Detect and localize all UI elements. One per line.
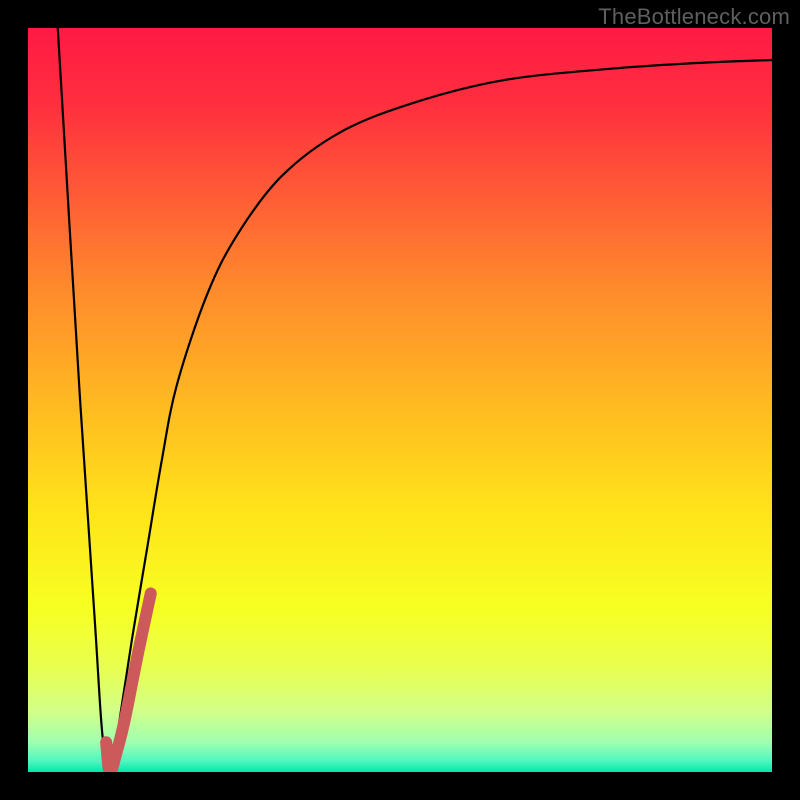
- chart-frame: TheBottleneck.com: [0, 0, 800, 800]
- chart-svg: [28, 28, 772, 772]
- plot-area: [28, 28, 772, 772]
- watermark-text: TheBottleneck.com: [598, 4, 790, 30]
